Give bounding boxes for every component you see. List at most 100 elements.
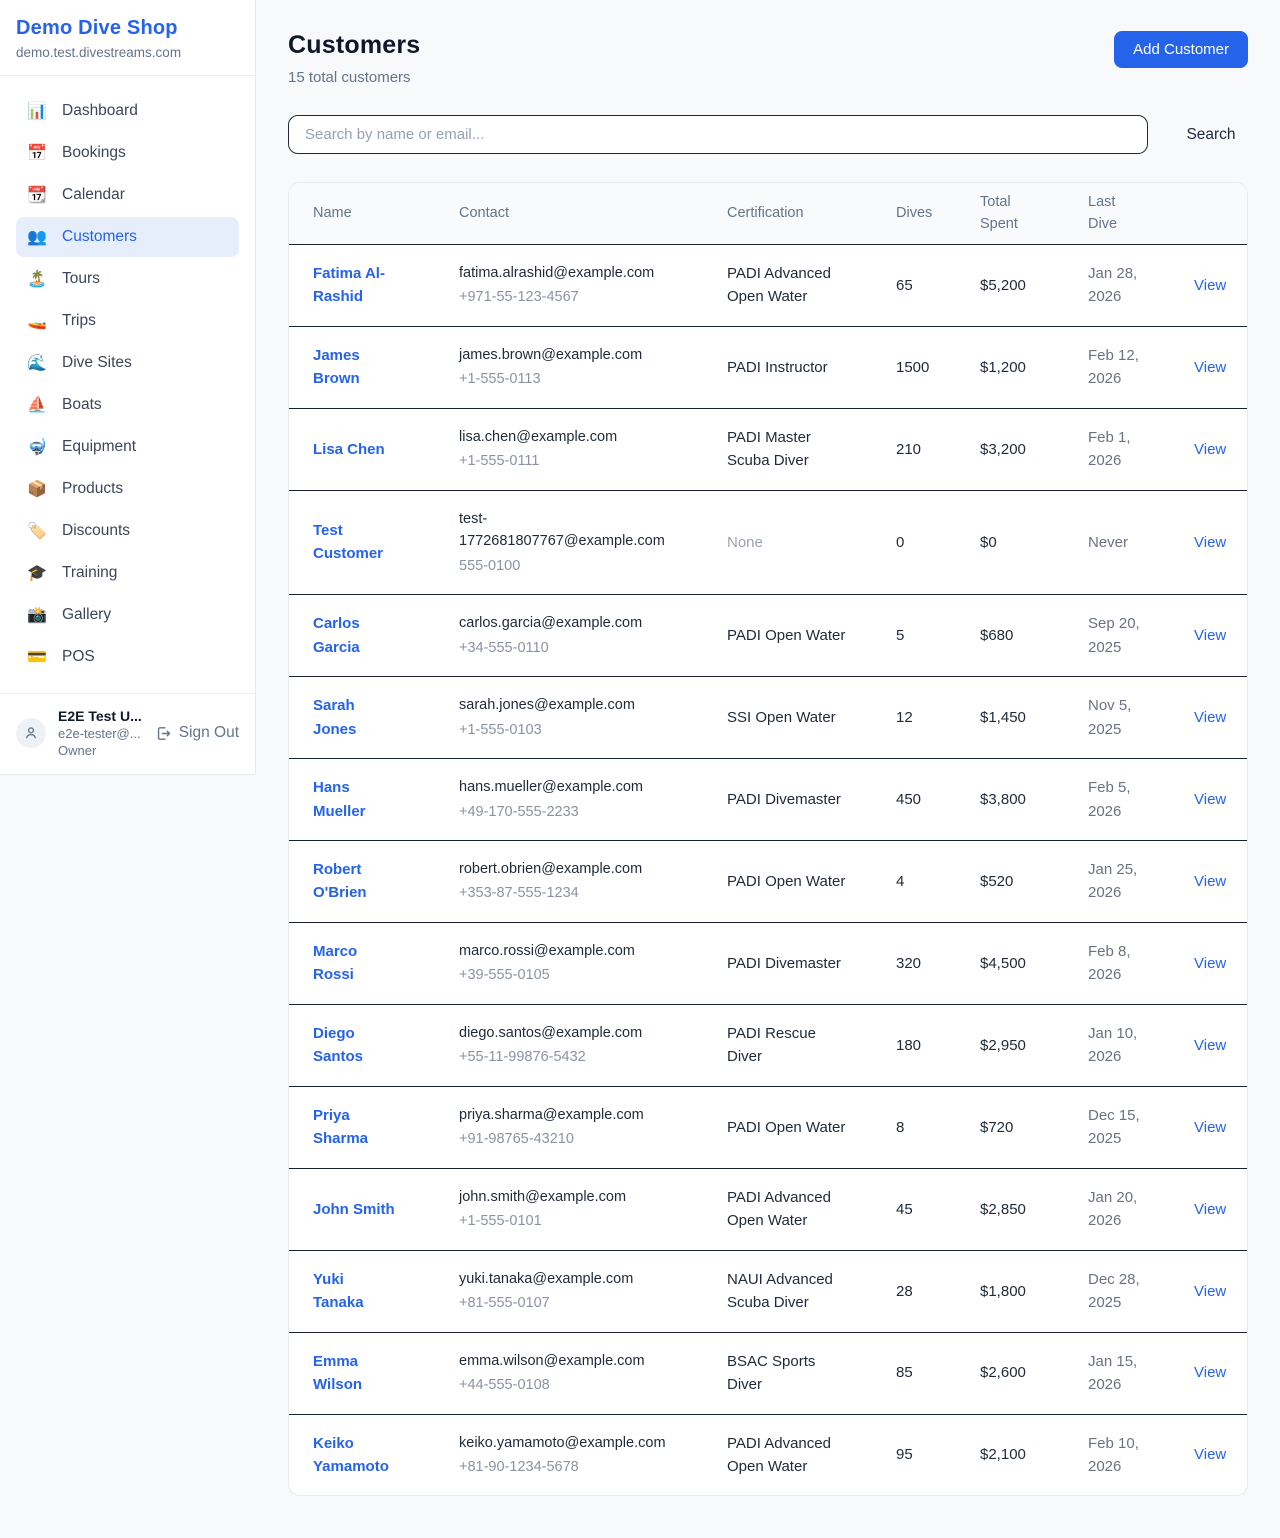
customer-email: john.smith@example.com [459, 1186, 671, 1208]
sidebar-item-training[interactable]: 🎓 Training [16, 553, 239, 593]
sidebar-item-products[interactable]: 📦 Products [16, 469, 239, 509]
sidebar-item-equipment[interactable]: 🤿 Equipment [16, 427, 239, 467]
customer-name-link[interactable]: Hans Mueller [313, 776, 397, 823]
customer-name-link[interactable]: Fatima Al-Rashid [313, 262, 397, 309]
customer-name-link[interactable]: Marco Rossi [313, 940, 397, 987]
table-row: Marco Rossi marco.rossi@example.com +39-… [289, 922, 1248, 1004]
customer-last-dive: Feb 5, 2026 [1088, 776, 1152, 823]
view-link[interactable]: View [1194, 277, 1226, 294]
customer-dives: 5 [872, 595, 956, 677]
sidebar-item-label: Equipment [62, 438, 136, 456]
customer-last-dive: Feb 8, 2026 [1088, 940, 1152, 987]
view-link[interactable]: View [1194, 1283, 1226, 1300]
view-link[interactable]: View [1194, 627, 1226, 644]
customer-dives: 180 [872, 1004, 956, 1086]
table-row: Test Customer test-1772681807767@example… [289, 490, 1248, 594]
table-row: Carlos Garcia carlos.garcia@example.com … [289, 595, 1248, 677]
customer-name-link[interactable]: Emma Wilson [313, 1350, 397, 1397]
customer-name-link[interactable]: John Smith [313, 1198, 395, 1221]
view-link[interactable]: View [1194, 955, 1226, 972]
sidebar-item-dashboard[interactable]: 📊 Dashboard [16, 91, 239, 131]
search-input[interactable] [288, 115, 1148, 154]
sidebar-item-label: Customers [62, 228, 137, 246]
customer-total-spent: $1,200 [956, 326, 1064, 408]
sidebar-item-label: Products [62, 480, 123, 498]
view-link[interactable]: View [1194, 873, 1226, 890]
search-button[interactable]: Search [1148, 126, 1248, 144]
customer-name-link[interactable]: Carlos Garcia [313, 612, 397, 659]
add-customer-button[interactable]: Add Customer [1114, 31, 1248, 68]
discounts-icon: 🏷️ [26, 521, 48, 541]
customer-total-spent: $4,500 [956, 922, 1064, 1004]
customer-certification: PADI Advanced Open Water [727, 262, 853, 309]
user-meta: E2E Test U... e2e-tester@... Owner [58, 708, 143, 758]
customer-name-link[interactable]: Yuki Tanaka [313, 1268, 397, 1315]
customer-phone: +1-555-0111 [459, 450, 695, 472]
customer-certification: PADI Advanced Open Water [727, 1186, 853, 1233]
customer-certification: NAUI Advanced Scuba Diver [727, 1268, 853, 1315]
sign-out-button[interactable]: Sign Out [155, 724, 239, 742]
user-role: Owner [58, 743, 143, 758]
customer-email: yuki.tanaka@example.com [459, 1268, 671, 1290]
view-link[interactable]: View [1194, 441, 1226, 458]
customer-certification: None [727, 531, 853, 554]
customer-name-link[interactable]: James Brown [313, 344, 397, 391]
sidebar-item-trips[interactable]: 🚤 Trips [16, 301, 239, 341]
view-link[interactable]: View [1194, 1201, 1226, 1218]
customer-name-link[interactable]: Test Customer [313, 519, 397, 566]
table-row: Yuki Tanaka yuki.tanaka@example.com +81-… [289, 1250, 1248, 1332]
customer-email: lisa.chen@example.com [459, 426, 671, 448]
sidebar-item-tours[interactable]: 🏝️ Tours [16, 259, 239, 299]
sidebar-item-label: Tours [62, 270, 100, 288]
view-link[interactable]: View [1194, 534, 1226, 551]
customer-name-link[interactable]: Lisa Chen [313, 438, 385, 461]
view-link[interactable]: View [1194, 1364, 1226, 1381]
sidebar-item-discounts[interactable]: 🏷️ Discounts [16, 511, 239, 551]
customer-dives: 8 [872, 1086, 956, 1168]
customer-email: robert.obrien@example.com [459, 858, 671, 880]
user-email: e2e-tester@... [58, 726, 143, 741]
view-link[interactable]: View [1194, 791, 1226, 808]
brand-domain: demo.test.divestreams.com [16, 45, 239, 60]
sidebar-item-boats[interactable]: ⛵ Boats [16, 385, 239, 425]
view-link[interactable]: View [1194, 1119, 1226, 1136]
customer-name-link[interactable]: Priya Sharma [313, 1104, 397, 1151]
customer-email: hans.mueller@example.com [459, 776, 671, 798]
customer-phone: +91-98765-43210 [459, 1128, 695, 1150]
sidebar-item-bookings[interactable]: 📅 Bookings [16, 133, 239, 173]
dive-sites-icon: 🌊 [26, 353, 48, 373]
dashboard-icon: 📊 [26, 101, 48, 121]
customer-name-link[interactable]: Sarah Jones [313, 694, 397, 741]
customer-dives: 450 [872, 759, 956, 841]
customer-dives: 85 [872, 1332, 956, 1414]
sidebar-item-dive-sites[interactable]: 🌊 Dive Sites [16, 343, 239, 383]
customer-name-link[interactable]: Diego Santos [313, 1022, 397, 1069]
sidebar-item-gallery[interactable]: 📸 Gallery [16, 595, 239, 635]
customer-total-spent: $1,800 [956, 1250, 1064, 1332]
view-link[interactable]: View [1194, 1446, 1226, 1463]
customer-total-spent: $1,450 [956, 677, 1064, 759]
customer-phone: +39-555-0105 [459, 964, 695, 986]
page-subtitle: 15 total customers [288, 69, 420, 86]
table-row: Diego Santos diego.santos@example.com +5… [289, 1004, 1248, 1086]
equipment-icon: 🤿 [26, 437, 48, 457]
customer-total-spent: $5,200 [956, 244, 1064, 326]
view-link[interactable]: View [1194, 709, 1226, 726]
user-name: E2E Test U... [58, 708, 143, 724]
customer-certification: PADI Open Water [727, 624, 853, 647]
customer-email: priya.sharma@example.com [459, 1104, 671, 1126]
view-link[interactable]: View [1194, 1037, 1226, 1054]
customer-email: test-1772681807767@example.com [459, 508, 671, 553]
sign-out-icon [155, 725, 172, 742]
customer-name-link[interactable]: Keiko Yamamoto [313, 1432, 397, 1479]
sidebar-item-calendar[interactable]: 📆 Calendar [16, 175, 239, 215]
title-group: Customers 15 total customers [288, 31, 420, 86]
customer-phone: +81-555-0107 [459, 1292, 695, 1314]
customer-last-dive: Nov 5, 2025 [1088, 694, 1152, 741]
customer-name-link[interactable]: Robert O'Brien [313, 858, 397, 905]
col-total-spent: Total Spent [956, 183, 1064, 244]
sidebar-item-customers[interactable]: 👥 Customers [16, 217, 239, 257]
view-link[interactable]: View [1194, 359, 1226, 376]
sidebar-item-pos[interactable]: 💳 POS [16, 637, 239, 677]
customer-last-dive: Feb 12, 2026 [1088, 344, 1152, 391]
